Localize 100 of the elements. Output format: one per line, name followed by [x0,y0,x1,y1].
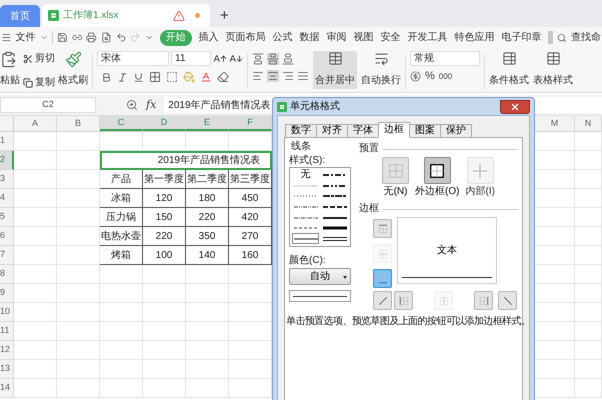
grid-cell[interactable] [186,303,229,322]
ribbon-tab[interactable]: 审阅 [326,32,347,42]
ribbon-tab[interactable]: 公式 [272,32,293,42]
table-cell[interactable]: 220 [143,227,186,246]
search-icon[interactable] [557,32,567,42]
align-left-icon[interactable] [252,70,264,82]
grid-cell[interactable] [143,265,186,284]
row-header[interactable]: 3 [0,170,14,189]
print-icon[interactable] [86,32,98,43]
column-header[interactable]: N [575,116,602,131]
fill-color-icon[interactable] [183,71,195,83]
grid-cell[interactable] [143,360,186,379]
scroll-handle[interactable] [548,31,554,44]
font-color-icon[interactable] [200,71,212,83]
grid-cell[interactable] [100,132,143,151]
table-cell[interactable]: 烤箱 [100,246,143,265]
align-right-icon[interactable] [282,70,294,82]
grid-cell[interactable] [14,151,57,170]
grid-cell[interactable] [14,341,57,360]
ribbon-tab[interactable]: 开发工具 [408,32,448,42]
grid-cell[interactable] [57,208,100,227]
file-tab[interactable]: 工作簿1.xlsx [42,4,210,27]
grid-cell[interactable] [143,303,186,322]
borders-icon[interactable] [149,71,161,83]
new-tab-button[interactable]: + [220,8,229,23]
wrap-text-button[interactable]: 自动换行 [361,51,401,92]
border-preview[interactable]: 文本 [397,217,497,284]
grid-cell[interactable] [186,132,229,151]
grid-cell[interactable] [100,322,143,341]
paste-button[interactable]: 粘贴 [0,76,20,86]
row-header[interactable]: 10 [0,303,14,322]
grid-cell[interactable] [57,379,100,398]
grid-cell[interactable] [575,170,602,189]
grid-cell[interactable] [575,151,602,170]
link-icon[interactable] [72,32,82,43]
row-header[interactable]: 6 [0,227,14,246]
grid-cell[interactable] [575,341,602,360]
grid-cell[interactable] [14,208,57,227]
row-header[interactable]: 13 [0,360,14,379]
column-header[interactable]: A [14,116,57,131]
grid-cell[interactable] [14,246,57,265]
border-button[interactable] [474,291,493,310]
grid-cell[interactable] [57,265,100,284]
grid-cell[interactable] [143,379,186,398]
dialog-tab[interactable]: 字体 [347,124,379,138]
row-header[interactable]: 12 [0,341,14,360]
grid-cell[interactable] [57,227,100,246]
paste-icon[interactable] [0,51,17,68]
line-style-option[interactable]: 无 [292,170,319,180]
grid-cell[interactable] [57,170,100,189]
dialog-tab[interactable]: 对齐 [316,124,348,138]
grid-cell[interactable] [186,360,229,379]
grid-cell[interactable] [57,341,100,360]
conditional-format-button[interactable]: 条件格式 [489,51,529,92]
grid-cell[interactable] [186,341,229,360]
print-preview-icon[interactable] [101,32,112,43]
grid-cell[interactable] [57,132,100,151]
grid-cell[interactable] [186,379,229,398]
grid-cell[interactable] [575,227,602,246]
grid-cell[interactable] [57,322,100,341]
cut-button[interactable]: 剪切 [23,54,55,64]
number-format-select[interactable]: 常规 [410,51,480,66]
grid-cell[interactable] [100,284,143,303]
currency-icon[interactable] [410,71,421,82]
grid-cell[interactable] [14,227,57,246]
grid-cell[interactable] [57,246,100,265]
row-header[interactable]: 5 [0,208,14,227]
chevron-down-icon[interactable] [40,33,48,42]
row-header[interactable]: 14 [0,379,14,398]
paintbrush-icon[interactable] [64,51,82,68]
table-cell[interactable]: 压力锅 [100,208,143,227]
grid-cell[interactable] [575,208,602,227]
table-cell[interactable]: 150 [143,208,186,227]
grid-cell[interactable] [14,322,57,341]
table-cell[interactable]: 第二季度 [186,170,229,189]
align-center-icon[interactable] [267,70,279,82]
grid-cell[interactable] [575,265,602,284]
table-cell[interactable]: 产品 [100,170,143,189]
grid-cell[interactable] [57,303,100,322]
grid-cell[interactable] [575,189,602,208]
grid-cell[interactable] [143,132,186,151]
grid-cell[interactable] [100,265,143,284]
align-middle-icon[interactable] [267,53,279,65]
grid-cell[interactable] [575,246,602,265]
align-bottom-icon[interactable] [282,53,294,65]
grid-cell[interactable] [575,303,602,322]
row-header[interactable]: 9 [0,284,14,303]
table-cell[interactable]: 第一季度 [143,170,186,189]
grid-cell[interactable] [14,265,57,284]
table-cell[interactable]: 180 [186,189,229,208]
file-menu[interactable]: 文件 [16,32,36,42]
warning-icon[interactable] [173,10,185,22]
bold-icon[interactable] [101,72,112,82]
grid-cell[interactable] [14,170,57,189]
close-button[interactable] [500,100,530,114]
grid-cell[interactable] [14,284,57,303]
grid-cell[interactable] [575,132,602,151]
percent-button[interactable]: % [425,71,435,82]
line-style-option[interactable] [292,233,319,244]
eraser-icon[interactable] [217,71,229,83]
